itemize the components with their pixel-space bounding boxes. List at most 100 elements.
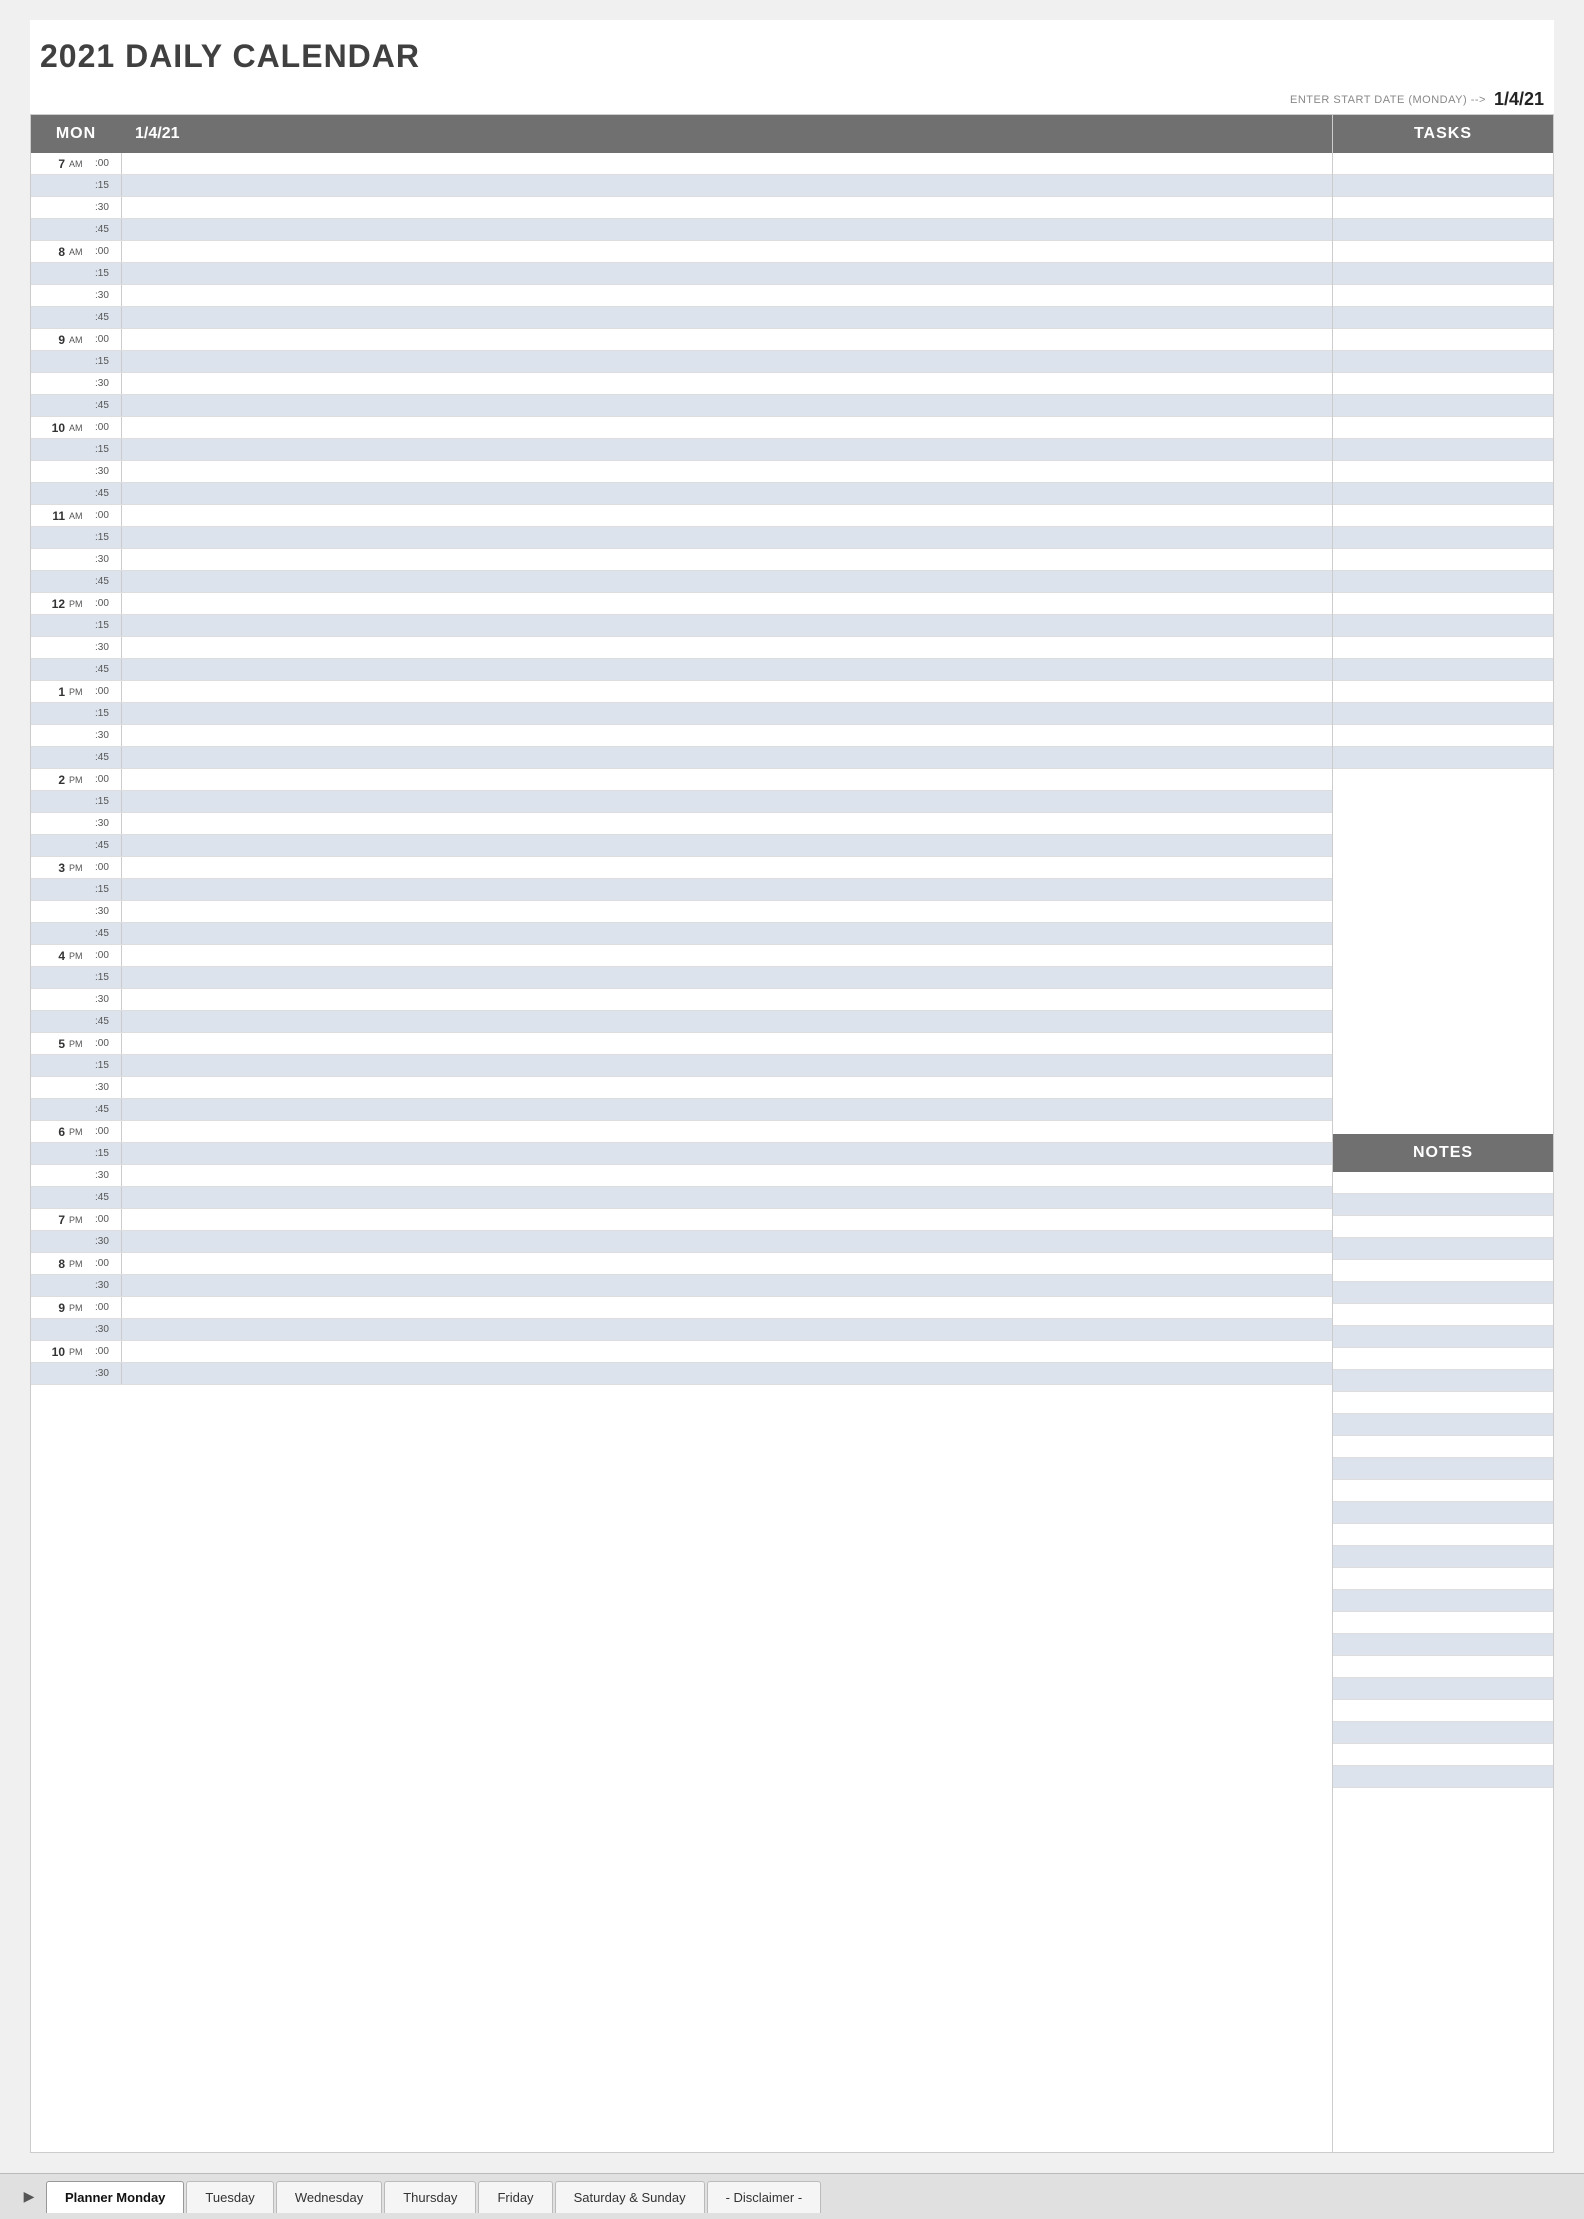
task-row[interactable]	[1333, 615, 1553, 637]
task-row[interactable]	[1333, 351, 1553, 373]
note-row[interactable]	[1333, 1744, 1553, 1766]
note-row[interactable]	[1333, 1700, 1553, 1722]
time-row[interactable]: 11AM:00	[31, 505, 1332, 527]
task-row[interactable]	[1333, 571, 1553, 593]
task-row[interactable]	[1333, 241, 1553, 263]
note-row[interactable]	[1333, 1238, 1553, 1260]
time-row[interactable]: :30	[31, 1231, 1332, 1253]
note-row[interactable]	[1333, 1370, 1553, 1392]
note-row[interactable]	[1333, 1326, 1553, 1348]
time-row[interactable]: :30	[31, 1319, 1332, 1341]
time-row[interactable]: :45	[31, 307, 1332, 329]
event-cell[interactable]	[121, 1099, 1332, 1120]
task-row[interactable]	[1333, 527, 1553, 549]
event-cell[interactable]	[121, 703, 1332, 724]
task-row[interactable]	[1333, 483, 1553, 505]
note-row[interactable]	[1333, 1436, 1553, 1458]
event-cell[interactable]	[121, 1055, 1332, 1076]
time-row[interactable]: :30	[31, 1363, 1332, 1385]
event-cell[interactable]	[121, 769, 1332, 790]
note-row[interactable]	[1333, 1480, 1553, 1502]
task-row[interactable]	[1333, 549, 1553, 571]
note-row[interactable]	[1333, 1216, 1553, 1238]
task-row[interactable]	[1333, 593, 1553, 615]
time-row[interactable]: 6PM:00	[31, 1121, 1332, 1143]
event-cell[interactable]	[121, 879, 1332, 900]
event-cell[interactable]	[121, 1121, 1332, 1142]
task-row[interactable]	[1333, 703, 1553, 725]
note-row[interactable]	[1333, 1678, 1553, 1700]
event-cell[interactable]	[121, 747, 1332, 768]
time-row[interactable]: :15	[31, 1143, 1332, 1165]
event-cell[interactable]	[121, 175, 1332, 196]
time-row[interactable]: 3PM:00	[31, 857, 1332, 879]
time-row[interactable]: :15	[31, 967, 1332, 989]
event-cell[interactable]	[121, 813, 1332, 834]
event-cell[interactable]	[121, 857, 1332, 878]
task-row[interactable]	[1333, 659, 1553, 681]
note-row[interactable]	[1333, 1304, 1553, 1326]
task-row[interactable]	[1333, 417, 1553, 439]
event-cell[interactable]	[121, 1341, 1332, 1362]
time-row[interactable]: :30	[31, 197, 1332, 219]
time-row[interactable]: 2PM:00	[31, 769, 1332, 791]
time-row[interactable]: 1PM:00	[31, 681, 1332, 703]
event-cell[interactable]	[121, 945, 1332, 966]
time-row[interactable]: :45	[31, 219, 1332, 241]
time-row[interactable]: :30	[31, 549, 1332, 571]
event-cell[interactable]	[121, 967, 1332, 988]
note-row[interactable]	[1333, 1260, 1553, 1282]
time-row[interactable]: :15	[31, 615, 1332, 637]
time-row[interactable]: 7AM:00	[31, 153, 1332, 175]
task-row[interactable]	[1333, 153, 1553, 175]
event-cell[interactable]	[121, 549, 1332, 570]
event-cell[interactable]	[121, 615, 1332, 636]
time-row[interactable]: :30	[31, 813, 1332, 835]
time-row[interactable]: 12PM:00	[31, 593, 1332, 615]
note-row[interactable]	[1333, 1766, 1553, 1788]
event-cell[interactable]	[121, 1033, 1332, 1054]
time-row[interactable]: 9AM:00	[31, 329, 1332, 351]
event-cell[interactable]	[121, 373, 1332, 394]
note-row[interactable]	[1333, 1568, 1553, 1590]
tab-friday[interactable]: Friday	[478, 2181, 552, 2213]
event-cell[interactable]	[121, 307, 1332, 328]
time-row[interactable]: :30	[31, 901, 1332, 923]
event-cell[interactable]	[121, 901, 1332, 922]
event-cell[interactable]	[121, 351, 1332, 372]
time-row[interactable]: :45	[31, 1099, 1332, 1121]
time-row[interactable]: :30	[31, 1275, 1332, 1297]
event-cell[interactable]	[121, 571, 1332, 592]
note-row[interactable]	[1333, 1656, 1553, 1678]
time-row[interactable]: :45	[31, 483, 1332, 505]
time-row[interactable]: :15	[31, 791, 1332, 813]
note-row[interactable]	[1333, 1612, 1553, 1634]
note-row[interactable]	[1333, 1590, 1553, 1612]
time-row[interactable]: :30	[31, 373, 1332, 395]
event-cell[interactable]	[121, 1165, 1332, 1186]
task-row[interactable]	[1333, 461, 1553, 483]
time-row[interactable]: 9PM:00	[31, 1297, 1332, 1319]
note-row[interactable]	[1333, 1194, 1553, 1216]
event-cell[interactable]	[121, 1011, 1332, 1032]
task-row[interactable]	[1333, 307, 1553, 329]
tab-wednesday[interactable]: Wednesday	[276, 2181, 382, 2213]
event-cell[interactable]	[121, 1187, 1332, 1208]
task-row[interactable]	[1333, 439, 1553, 461]
time-row[interactable]: 8PM:00	[31, 1253, 1332, 1275]
note-row[interactable]	[1333, 1458, 1553, 1480]
task-row[interactable]	[1333, 175, 1553, 197]
time-row[interactable]: :30	[31, 1165, 1332, 1187]
time-row[interactable]: :45	[31, 1187, 1332, 1209]
task-row[interactable]	[1333, 197, 1553, 219]
event-cell[interactable]	[121, 329, 1332, 350]
event-cell[interactable]	[121, 483, 1332, 504]
time-row[interactable]: :30	[31, 285, 1332, 307]
time-row[interactable]: :15	[31, 879, 1332, 901]
time-row[interactable]: :15	[31, 351, 1332, 373]
time-row[interactable]: :30	[31, 461, 1332, 483]
tab-tuesday[interactable]: Tuesday	[186, 2181, 273, 2213]
event-cell[interactable]	[121, 285, 1332, 306]
time-row[interactable]: :15	[31, 527, 1332, 549]
time-row[interactable]: 4PM:00	[31, 945, 1332, 967]
